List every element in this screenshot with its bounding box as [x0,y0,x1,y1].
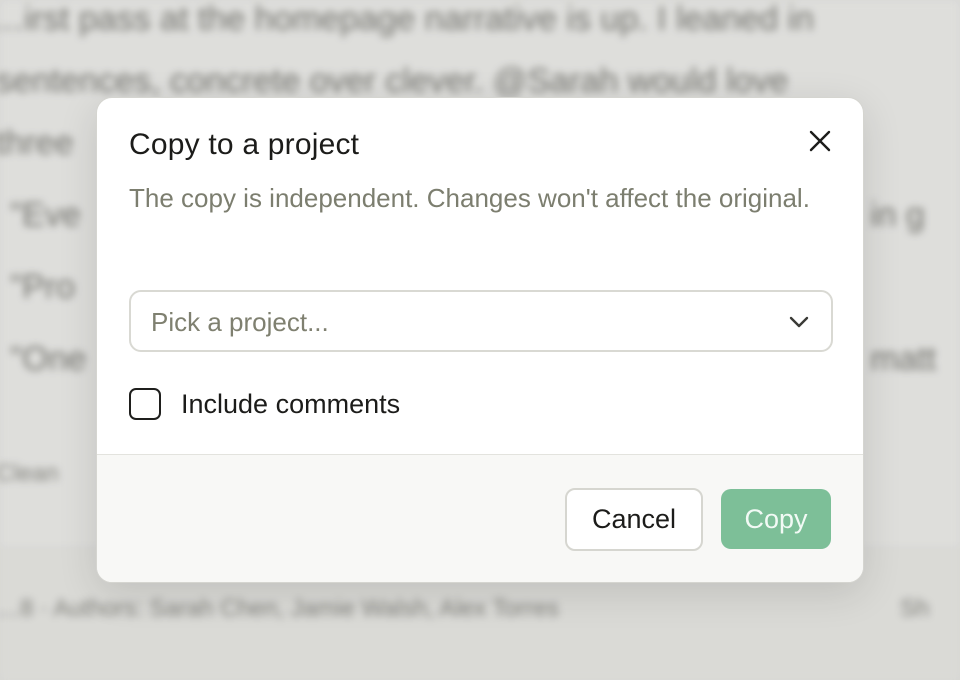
cancel-button[interactable]: Cancel [565,488,703,551]
copy-button[interactable]: Copy [721,489,831,549]
close-button[interactable] [803,124,837,158]
project-select[interactable]: Pick a project... [129,290,833,352]
dialog-description: The copy is independent. Changes won't a… [129,183,810,213]
include-comments-option[interactable]: Include comments [129,386,400,422]
include-comments-checkbox[interactable] [129,388,161,420]
chevron-down-icon [789,316,809,328]
copy-to-project-dialog: Copy to a project The copy is independen… [96,97,864,583]
dialog-footer: Cancel Copy [97,454,863,582]
project-select-placeholder: Pick a project... [151,307,329,337]
include-comments-label[interactable]: Include comments [181,389,400,420]
dialog-title: Copy to a project [129,128,360,161]
close-icon [809,130,831,152]
